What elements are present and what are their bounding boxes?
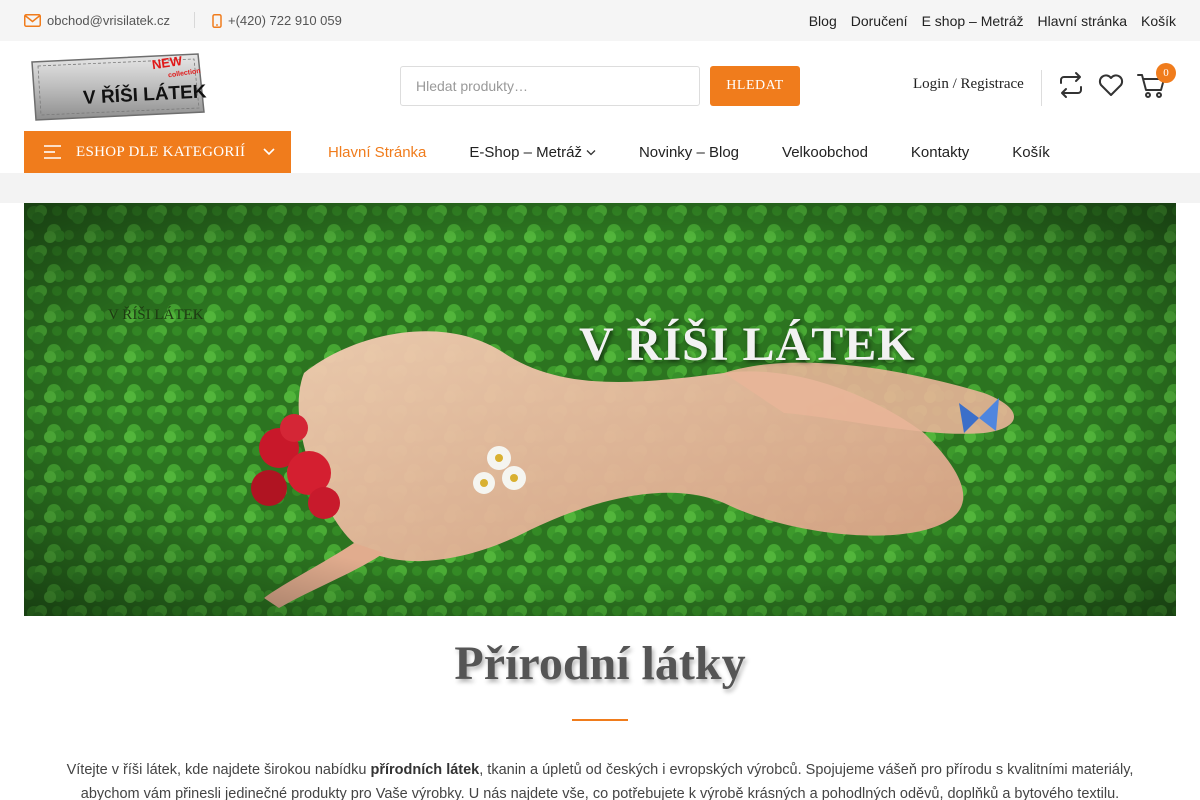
nav-item-novinky-blog[interactable]: Novinky – Blog — [639, 144, 739, 161]
top-links: Blog Doručení E shop – Metráž Hlavní str… — [809, 0, 1176, 41]
header-divider-band — [0, 173, 1200, 203]
breadcrumb[interactable]: V ŘÍŠI LÁTEK — [108, 307, 204, 324]
phone-contact[interactable]: +(420) 722 910 059 — [212, 0, 342, 41]
nav-item-eshop-label: E-Shop – Metráž — [469, 143, 582, 161]
phone-text: +(420) 722 910 059 — [228, 13, 342, 28]
nav-item-eshop-metraz[interactable]: E-Shop – Metráž — [469, 144, 596, 161]
mail-icon — [24, 14, 41, 27]
toplink-doruceni[interactable]: Doručení — [851, 13, 908, 29]
nav-item-velkoobchod[interactable]: Velkoobchod — [782, 144, 868, 161]
register-link[interactable]: Registrace — [961, 76, 1024, 92]
nav-item-hlavni-stranka[interactable]: Hlavní Stránka — [328, 144, 426, 161]
category-menu-button[interactable]: ESHOP DLE KATEGORIÍ — [24, 131, 291, 173]
login-separator: / — [952, 76, 957, 92]
hamburger-icon — [44, 145, 61, 159]
heart-icon[interactable] — [1096, 70, 1126, 100]
toplink-hlavni-stranka[interactable]: Hlavní stránka — [1038, 13, 1127, 29]
chevron-down-icon — [263, 148, 275, 156]
hero-title: V ŘÍŠI LÁTEK — [579, 318, 916, 371]
hero-image — [24, 203, 1176, 616]
search-button[interactable]: HLEDAT — [710, 66, 800, 106]
chevron-down-icon — [586, 149, 596, 155]
hero-banner: V ŘÍŠI LÁTEK V ŘÍŠI LÁTEK — [24, 203, 1176, 616]
email-text: obchod@vrisilatek.cz — [47, 13, 171, 28]
email-contact[interactable]: obchod@vrisilatek.cz — [24, 0, 170, 41]
title-underline — [572, 719, 628, 721]
toplink-kosik[interactable]: Košík — [1141, 13, 1176, 29]
header-divider — [1041, 70, 1042, 106]
nav-item-kosik[interactable]: Košík — [1012, 144, 1050, 161]
page-title: Přírodní látky — [454, 637, 746, 690]
top-bar: obchod@vrisilatek.cz +(420) 722 910 059 … — [0, 0, 1200, 41]
intro-text-start: Vítejte v říši látek, kde najdete široko… — [66, 762, 371, 778]
login-link[interactable]: Login — [913, 76, 949, 92]
cart-count-badge: 0 — [1156, 63, 1176, 83]
intro-paragraph: Vítejte v říši látek, kde najdete široko… — [40, 758, 1160, 800]
search-input[interactable] — [400, 66, 700, 106]
main-nav: Hlavní Stránka E-Shop – Metráž Novinky –… — [328, 131, 1050, 173]
toplink-blog[interactable]: Blog — [809, 13, 837, 29]
login-register: Login / Registrace — [913, 76, 1024, 93]
topbar-divider — [194, 12, 195, 28]
intro-text-bold: přírodních látek — [370, 762, 480, 778]
phone-icon — [212, 13, 222, 28]
toplink-eshop-metraz[interactable]: E shop – Metráž — [922, 13, 1024, 29]
compare-icon[interactable] — [1056, 70, 1086, 100]
site-logo[interactable]: V ŘÍŠI LÁTEK NEW collection — [28, 50, 208, 122]
category-menu-label: ESHOP DLE KATEGORIÍ — [76, 143, 246, 160]
main-navigation-row: ESHOP DLE KATEGORIÍ Hlavní Stránka E-Sho… — [0, 131, 1200, 173]
nav-item-kontakty[interactable]: Kontakty — [911, 144, 969, 161]
